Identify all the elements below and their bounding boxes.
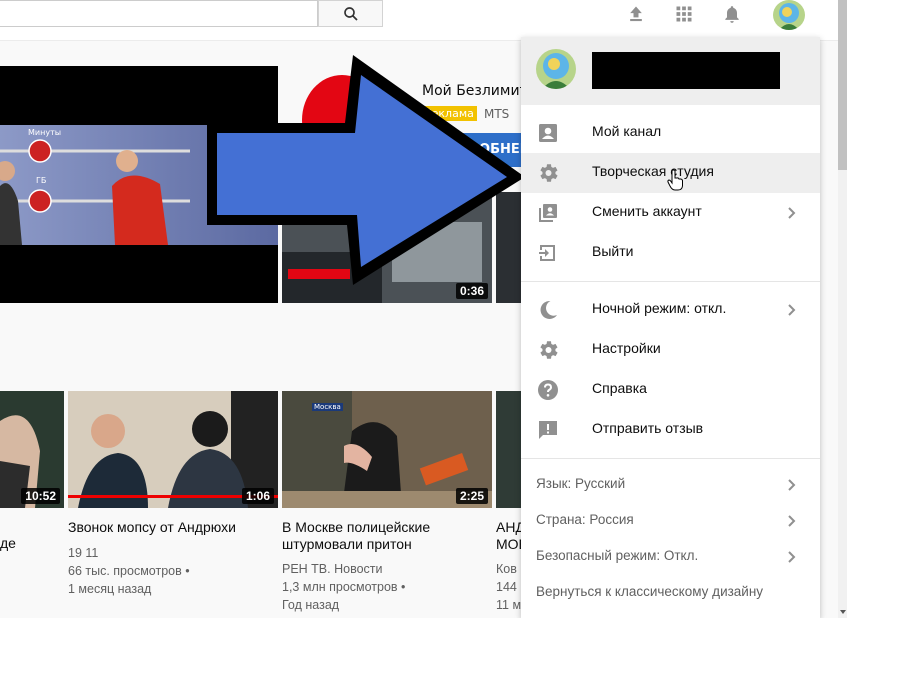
menu-item-help[interactable]: Справка bbox=[521, 370, 820, 410]
feedback-icon bbox=[539, 421, 557, 439]
moon-icon bbox=[540, 300, 557, 319]
video-thumbnail-2[interactable]: 1:06 bbox=[68, 391, 278, 508]
notifications-icon bbox=[725, 6, 739, 23]
avatar[interactable] bbox=[773, 0, 805, 30]
video-channel-2[interactable]: 19 11 bbox=[68, 544, 98, 562]
sign-out-icon bbox=[539, 245, 555, 261]
video-title-1[interactable]: де bbox=[0, 535, 16, 552]
video-age-4: 11 м bbox=[496, 598, 522, 612]
menu-item-my-channel[interactable]: Мой канал bbox=[521, 113, 820, 153]
video-views-4: 144 bbox=[496, 580, 517, 594]
switch-account-icon bbox=[539, 204, 557, 222]
video-title-3-line1: В Москве полицейские bbox=[282, 519, 431, 535]
notifications-button[interactable] bbox=[720, 2, 744, 26]
menu-item-classic-design[interactable]: Вернуться к классическому дизайну bbox=[521, 575, 820, 611]
menu-item-settings[interactable]: Настройки bbox=[521, 330, 820, 370]
tv-label-gb: ГБ bbox=[36, 176, 47, 185]
news-location-label: Москва bbox=[312, 403, 343, 411]
menu-label: Настройки bbox=[592, 340, 661, 356]
menu-divider bbox=[521, 458, 820, 459]
gear-icon bbox=[540, 341, 558, 359]
video-duration: 2:25 bbox=[455, 488, 488, 504]
hand-cursor-icon bbox=[667, 169, 683, 191]
menu-item-creator-studio[interactable]: Творческая студия bbox=[521, 153, 820, 193]
scrollbar-thumb[interactable] bbox=[838, 0, 847, 170]
help-icon bbox=[538, 380, 558, 400]
menu-item-switch-account[interactable]: Сменить аккаунт bbox=[521, 193, 820, 233]
apps-button[interactable] bbox=[672, 2, 696, 26]
video-channel-3[interactable]: РЕН ТВ. Новости bbox=[282, 560, 382, 578]
menu-label: Мой канал bbox=[592, 123, 662, 139]
upload-button[interactable] bbox=[624, 2, 648, 26]
menu-label: Безопасный режим: Откл. bbox=[536, 548, 699, 563]
video-duration: 10:52 bbox=[21, 488, 60, 504]
tv-label-minutes: Минуты bbox=[28, 128, 62, 137]
search-icon bbox=[343, 6, 358, 21]
redacted-account-name bbox=[592, 52, 780, 89]
views-text: 1,3 млн просмотров bbox=[282, 580, 398, 594]
menu-item-send-feedback[interactable]: Отправить отзыв bbox=[521, 410, 820, 450]
masthead bbox=[0, 0, 838, 41]
account-icon bbox=[539, 124, 557, 142]
chevron-right-icon bbox=[788, 515, 796, 527]
gear-icon bbox=[540, 164, 558, 182]
video-duration: 1:06 bbox=[241, 488, 274, 504]
menu-label: Выйти bbox=[592, 243, 634, 259]
video-title-3[interactable]: В Москве полицейские штурмовали притон bbox=[282, 519, 492, 553]
search-button[interactable] bbox=[318, 0, 383, 27]
video-thumbnail-3[interactable]: Москва 2:25 bbox=[282, 391, 492, 508]
menu-label: Творческая студия bbox=[592, 163, 714, 179]
video-views-3: 1,3 млн просмотров • bbox=[282, 580, 406, 594]
chevron-right-icon bbox=[788, 304, 796, 316]
chevron-right-icon bbox=[788, 207, 796, 219]
account-menu-header bbox=[521, 37, 820, 105]
menu-label: Сменить аккаунт bbox=[592, 203, 702, 219]
menu-label: Ночной режим: откл. bbox=[592, 300, 727, 316]
chevron-right-icon bbox=[788, 479, 796, 491]
account-menu: Мой канал Творческая студия Сменить акка… bbox=[521, 37, 820, 618]
video-title-3-line2: штурмовали притон bbox=[282, 536, 412, 552]
menu-item-language[interactable]: Язык: Русский bbox=[521, 467, 820, 503]
menu-label: Вернуться к классическому дизайну bbox=[536, 584, 764, 599]
page-viewport: Минуты ГБ Мой Безлимит Реклама MTS ПОДРО… bbox=[0, 0, 838, 618]
upload-icon bbox=[630, 6, 642, 22]
menu-item-sign-out[interactable]: Выйти bbox=[521, 233, 820, 273]
chevron-right-icon bbox=[788, 551, 796, 563]
menu-divider bbox=[521, 281, 820, 282]
video-title-2[interactable]: Звонок мопсу от Андрюхи bbox=[68, 519, 278, 536]
search-input[interactable] bbox=[0, 0, 318, 27]
menu-item-location[interactable]: Страна: Россия bbox=[521, 503, 820, 539]
menu-label: Справка bbox=[592, 380, 647, 396]
menu-item-dark-theme[interactable]: Ночной режим: откл. bbox=[521, 290, 820, 330]
account-avatar bbox=[536, 49, 576, 89]
scroll-down-arrow-icon[interactable] bbox=[839, 608, 847, 616]
video-views-2: 66 тыс. просмотров • bbox=[68, 564, 190, 578]
menu-label: Язык: Русский bbox=[536, 476, 626, 491]
menu-item-restricted-mode[interactable]: Безопасный режим: Откл. bbox=[521, 539, 820, 575]
video-age-2: 1 месяц назад bbox=[68, 582, 152, 596]
menu-label: Отправить отзыв bbox=[592, 420, 704, 436]
annotation-arrow bbox=[207, 55, 525, 285]
video-channel-4[interactable]: Ков bbox=[496, 560, 517, 578]
video-age-3: Год назад bbox=[282, 598, 340, 612]
video-thumbnail-1[interactable]: 10:52 bbox=[0, 391, 64, 508]
apps-icon bbox=[676, 6, 692, 22]
views-text: 66 тыс. просмотров bbox=[68, 564, 182, 578]
menu-label: Страна: Россия bbox=[536, 512, 634, 527]
